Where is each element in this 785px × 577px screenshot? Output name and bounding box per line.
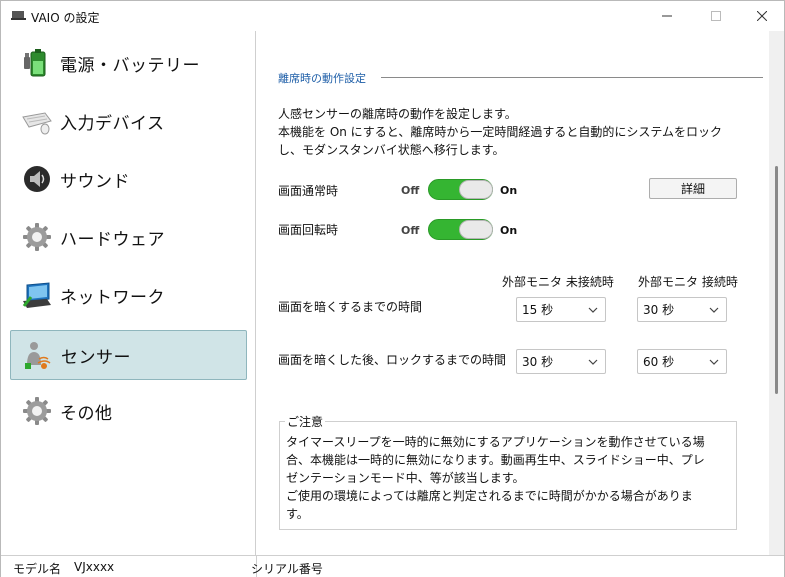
rotated-toggle-off-label: Off (401, 224, 420, 237)
sidebar-item-sensor[interactable]: センサー (10, 330, 247, 380)
minimize-button[interactable] (644, 1, 690, 31)
sidebar-item-power-battery[interactable]: 電源・バッテリー (10, 38, 247, 88)
dim-time-label: 画面を暗くするまでの時間 (278, 300, 423, 314)
rotated-screen-label: 画面回転時 (278, 223, 339, 237)
vaio-app-icon (11, 11, 26, 20)
detail-button[interactable]: 詳細 (649, 178, 737, 199)
select-value: 30 秒 (643, 303, 675, 317)
lock-time-disconnected-select[interactable]: 30 秒 (516, 349, 606, 374)
sidebar-item-label: その他 (60, 403, 113, 424)
sidebar: 電源・バッテリー 入力デバイス サウンド ハードウェア ネットワーク センサー … (1, 31, 256, 555)
sidebar-item-label: サウンド (60, 171, 130, 192)
sidebar-item-label: 電源・バッテリー (60, 55, 200, 76)
sidebar-item-network[interactable]: ネットワーク (10, 270, 247, 320)
maximize-icon (711, 11, 721, 21)
model-value: VJxxxx (74, 560, 115, 574)
scrollbar[interactable] (769, 31, 784, 555)
column-head-disconnected: 外部モニタ 未接続時 (502, 275, 614, 289)
chevron-down-icon (709, 307, 719, 313)
description: 人感センサーの離席時の動作を設定します。 本機能を On にすると、離席時から一… (278, 105, 748, 159)
toggle-knob (459, 220, 493, 239)
minimize-icon (662, 15, 672, 17)
settings-window: VAIO の設定 電源・バッテリー 入力デバイス サウンド ハードウェア ネット… (0, 0, 785, 577)
column-head-connected: 外部モニタ 接続時 (638, 275, 738, 289)
speaker-icon (20, 162, 54, 196)
notice-line: タイマースリープを一時的に無効にするアプリケーションを動作させている場 (286, 435, 705, 449)
notice-line: す。 (286, 507, 309, 521)
serial-label: シリアル番号 (251, 562, 323, 576)
window-title: VAIO の設定 (31, 11, 100, 25)
description-line: し、モダンスタンバイ状態へ移行します。 (278, 143, 505, 157)
chevron-down-icon (588, 359, 598, 365)
normal-screen-label: 画面通常時 (278, 184, 339, 198)
rotated-screen-toggle[interactable] (428, 219, 493, 240)
main-panel: 離席時の動作設定 人感センサーの離席時の動作を設定します。 本機能を On にす… (257, 31, 769, 555)
notice-line: ゼンテーションモード中、等が該当します。 (286, 471, 525, 485)
battery-icon (20, 46, 54, 80)
description-line: 人感センサーの離席時の動作を設定します。 (278, 107, 517, 121)
network-icon (20, 278, 54, 312)
keyboard-icon (20, 104, 54, 138)
close-button[interactable] (739, 1, 785, 31)
sidebar-item-hardware[interactable]: ハードウェア (10, 212, 247, 262)
description-line: 本機能を On にすると、離席時から一定時間経過すると自動的にシステムをロック (278, 125, 722, 139)
select-value: 30 秒 (522, 355, 554, 369)
chevron-down-icon (709, 359, 719, 365)
gear-icon (20, 220, 54, 254)
dim-time-disconnected-select[interactable]: 15 秒 (516, 297, 606, 322)
sidebar-item-input-devices[interactable]: 入力デバイス (10, 96, 247, 146)
chevron-down-icon (588, 307, 598, 313)
normal-toggle-off-label: Off (401, 184, 420, 197)
sidebar-item-label: ハードウェア (60, 229, 165, 250)
section-title: 離席時の動作設定 (278, 72, 366, 85)
notice-line: 合、本機能は一時的に無効になります。動画再生中、スライドショー中、プレ (286, 453, 705, 467)
sensor-icon (21, 338, 55, 372)
select-value: 60 秒 (643, 355, 675, 369)
notice-line: ご使用の環境によっては離席と判定されるまでに時間がかかる場合がありま (286, 489, 693, 503)
sidebar-item-label: ネットワーク (60, 287, 165, 308)
gear-icon (20, 394, 54, 428)
rotated-toggle-on-label: On (500, 224, 518, 237)
lock-time-connected-select[interactable]: 60 秒 (637, 349, 727, 374)
title-bar: VAIO の設定 (1, 1, 784, 31)
model-label: モデル名 (13, 562, 62, 576)
section-divider (381, 77, 763, 78)
lock-time-label: 画面を暗くした後、ロックするまでの時間 (278, 353, 507, 367)
normal-toggle-on-label: On (500, 184, 518, 197)
scrollbar-thumb[interactable] (775, 166, 778, 394)
notice-text: タイマースリープを一時的に無効にするアプリケーションを動作させている場 合、本機… (286, 433, 726, 523)
sidebar-item-sound[interactable]: サウンド (10, 154, 247, 204)
sidebar-item-other[interactable]: その他 (10, 386, 247, 436)
toggle-knob (459, 180, 493, 199)
normal-screen-toggle[interactable] (428, 179, 493, 200)
dim-time-connected-select[interactable]: 30 秒 (637, 297, 727, 322)
maximize-button[interactable] (693, 1, 739, 31)
close-icon (757, 11, 767, 21)
sidebar-item-label: 入力デバイス (60, 113, 165, 134)
select-value: 15 秒 (522, 303, 554, 317)
sidebar-item-label: センサー (61, 347, 131, 368)
status-bar: モデル名 VJxxxx シリアル番号 (1, 555, 784, 577)
notice-title: ご注意 (285, 413, 326, 430)
